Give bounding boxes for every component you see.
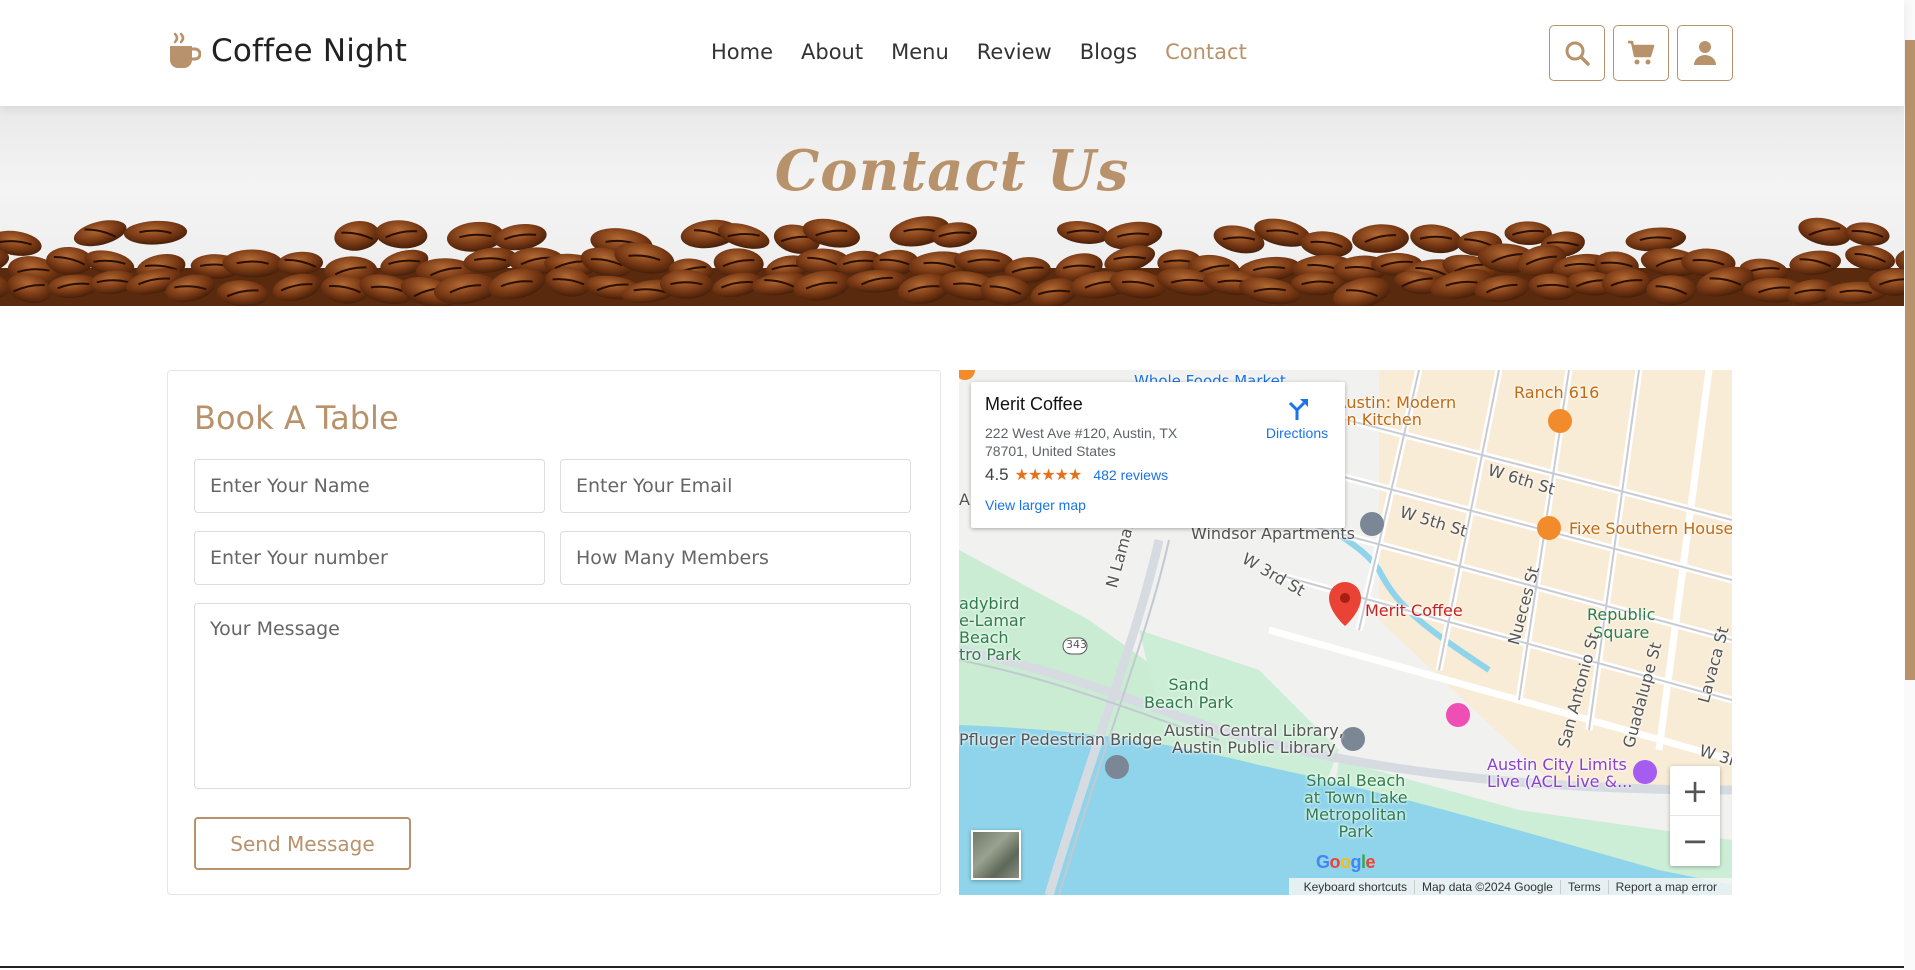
- coffee-bean: [375, 220, 428, 249]
- coffee-bean: [1056, 221, 1109, 244]
- brand-name: Coffee Night: [211, 33, 408, 69]
- route-343-shield: 343: [1066, 638, 1087, 651]
- form-title: Book A Table: [194, 399, 399, 437]
- coffee-bean: [123, 220, 188, 245]
- message-textarea[interactable]: [194, 603, 911, 789]
- directions-label: Directions: [1265, 425, 1329, 441]
- header-actions: [1549, 25, 1733, 81]
- cart-button[interactable]: [1613, 25, 1669, 81]
- terms-link[interactable]: Terms: [1559, 879, 1608, 894]
- members-input[interactable]: [560, 531, 911, 585]
- embedded-map[interactable]: Whole Foods Market QI Austin: Modern Asi…: [959, 370, 1732, 895]
- poi-merit-coffee[interactable]: Merit Coffee: [1365, 601, 1463, 620]
- cart-icon: [1628, 40, 1655, 65]
- nav-blogs[interactable]: Blogs: [1080, 40, 1137, 64]
- nav-contact[interactable]: Contact: [1165, 40, 1247, 64]
- directions-button[interactable]: Directions: [1257, 396, 1337, 441]
- coffee-bean: [1845, 222, 1890, 246]
- poi-shoal-beach[interactable]: Shoal Beach at Town Lake Metropolitan Pa…: [1304, 772, 1408, 840]
- directions-icon: [1288, 399, 1308, 420]
- user-icon: [1694, 41, 1716, 65]
- poi-acl-live[interactable]: Austin City Limits Live (ACL Live &...: [1487, 756, 1632, 790]
- coffee-cup-icon: [167, 32, 202, 70]
- place-rating: 4.5 ★★★★★ 482 reviews: [985, 465, 1168, 485]
- poi-central-library[interactable]: Austin Central Library, Austin Public Li…: [1164, 722, 1344, 756]
- footer-divider: [0, 966, 1904, 968]
- page-banner: Contact Us: [0, 106, 1904, 306]
- brand-logo[interactable]: Coffee Night: [167, 32, 407, 70]
- google-logo: Google: [1316, 852, 1376, 872]
- page-scrollbar[interactable]: [1904, 0, 1915, 970]
- keyboard-shortcuts-link[interactable]: Keyboard shortcuts: [1297, 880, 1414, 894]
- main-nav: Home About Menu Review Blogs Contact: [711, 40, 1275, 64]
- view-larger-map-link[interactable]: View larger map: [985, 497, 1086, 513]
- scrollbar-thumb[interactable]: [1905, 40, 1915, 680]
- nav-menu[interactable]: Menu: [891, 40, 949, 64]
- satellite-toggle[interactable]: [971, 830, 1021, 880]
- coffee-bean: [1352, 224, 1409, 253]
- place-name: Merit Coffee: [985, 394, 1083, 414]
- zoom-out-button[interactable]: −: [1670, 816, 1720, 866]
- nav-about[interactable]: About: [801, 40, 863, 64]
- account-button[interactable]: [1677, 25, 1733, 81]
- send-message-button[interactable]: Send Message: [194, 817, 411, 870]
- report-map-error-link[interactable]: Report a map error: [1607, 879, 1724, 894]
- reviews-link[interactable]: 482 reviews: [1093, 467, 1168, 483]
- zoom-in-button[interactable]: +: [1670, 766, 1720, 816]
- map-attribution-bar: Keyboard shortcuts Map data ©2024 Google…: [1288, 878, 1732, 895]
- phone-input[interactable]: [194, 531, 545, 585]
- coffee-bean: [73, 220, 127, 247]
- coffee-bean: [1410, 224, 1462, 254]
- poi-pfluger-bridge[interactable]: Pfluger Pedestrian Bridge: [959, 730, 1162, 749]
- search-button[interactable]: [1549, 25, 1605, 81]
- search-icon: [1565, 41, 1590, 66]
- coffee-bean: [334, 221, 380, 251]
- nav-home[interactable]: Home: [711, 40, 773, 64]
- poi-ladybird-park[interactable]: adybird e-Lamar Beach tro Park: [959, 595, 1025, 663]
- poi-ranch-616[interactable]: Ranch 616: [1514, 383, 1599, 402]
- coffee-bean: [1798, 217, 1851, 246]
- place-info-card: Merit Coffee 222 West Ave #120, Austin, …: [971, 382, 1345, 528]
- site-header: Coffee Night Home About Menu Review Blog…: [0, 0, 1904, 106]
- place-address: 222 West Ave #120, Austin, TX 78701, Uni…: [985, 425, 1178, 459]
- poi-sand-beach-park[interactable]: Sand Beach Park: [1144, 676, 1233, 712]
- email-input[interactable]: [560, 459, 911, 513]
- book-table-form: Book A Table Send Message: [167, 370, 941, 895]
- zoom-controls: + −: [1670, 766, 1720, 866]
- rating-stars-icon: ★★★★★: [1014, 467, 1083, 484]
- rating-value: 4.5: [985, 465, 1009, 484]
- map-data-credit: Map data ©2024 Google: [1414, 879, 1560, 894]
- page-title: Contact Us: [774, 138, 1130, 204]
- coffee-beans-image: [0, 216, 1904, 306]
- poi-fixe-southern-house[interactable]: Fixe Southern House: [1569, 519, 1732, 538]
- nav-review[interactable]: Review: [977, 40, 1052, 64]
- name-input[interactable]: [194, 459, 545, 513]
